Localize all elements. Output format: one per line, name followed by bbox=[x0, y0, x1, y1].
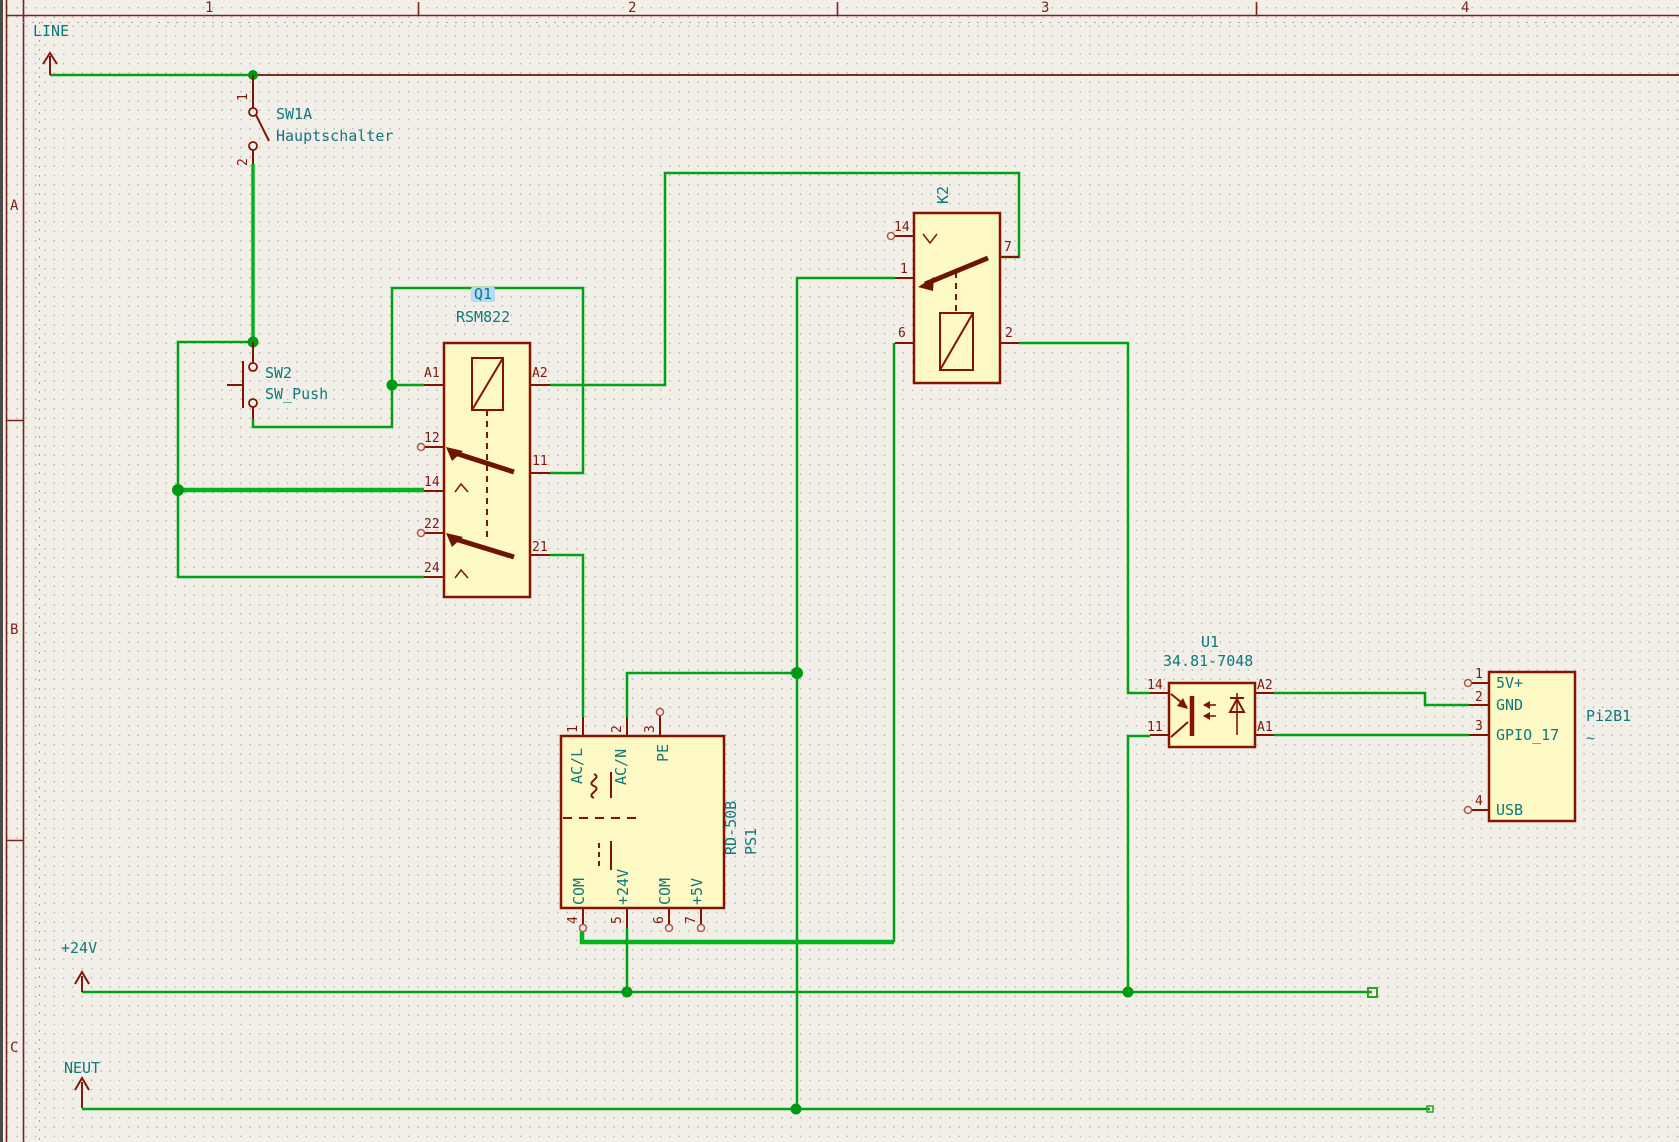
ruler-col-2: 2 bbox=[628, 0, 637, 16]
sw1-value[interactable]: Hauptschalter bbox=[276, 129, 393, 144]
ps1-pin-name-24v: +24V bbox=[614, 868, 632, 905]
q1-pin-12: 12 bbox=[424, 431, 440, 446]
k2-pin-14: 14 bbox=[894, 220, 910, 235]
ps1-pin-3: 3 bbox=[643, 725, 658, 733]
q1-pin-21: 21 bbox=[532, 540, 548, 555]
q1-pin-a1: A1 bbox=[424, 366, 440, 381]
pi-value[interactable]: ~ bbox=[1586, 731, 1595, 746]
ps1-pin-5: 5 bbox=[610, 916, 625, 924]
ruler-row-b: B bbox=[10, 622, 19, 638]
ruler-row-c: C bbox=[10, 1040, 19, 1056]
q1-pin-22: 22 bbox=[424, 517, 440, 532]
pi-ref[interactable]: Pi2B1 bbox=[1586, 709, 1631, 724]
ps1-pin-1: 1 bbox=[566, 725, 581, 733]
pi-pin-4: 4 bbox=[1475, 794, 1483, 809]
u1-pin-a1: A1 bbox=[1257, 720, 1273, 735]
schematic-graphics bbox=[0, 0, 1679, 1142]
q1-value[interactable]: RSM822 bbox=[456, 310, 510, 325]
pi-pin-2: 2 bbox=[1475, 690, 1483, 705]
ps1-pin-4: 4 bbox=[566, 916, 581, 924]
net-label-line[interactable]: LINE bbox=[33, 24, 69, 39]
ps1-pin-name-acn: AC/N bbox=[612, 748, 630, 785]
pi-pin-name-usb: USB bbox=[1496, 801, 1524, 819]
ps1-pin-6: 6 bbox=[652, 916, 667, 924]
ruler-col-1: 1 bbox=[205, 0, 214, 16]
net-label-24v[interactable]: +24V bbox=[61, 941, 97, 956]
wires[interactable] bbox=[50, 73, 1469, 1111]
component-pins[interactable] bbox=[252, 75, 1489, 928]
q1-pin-11: 11 bbox=[532, 454, 548, 469]
ps1-pin-name-com1: COM bbox=[570, 877, 588, 905]
ruler-col-3: 3 bbox=[1041, 0, 1050, 16]
ps1-pin-name-com2: COM bbox=[656, 877, 674, 905]
u1-pin-11: 11 bbox=[1147, 720, 1163, 735]
pi-pin-name-5v: 5V+ bbox=[1496, 674, 1524, 692]
sw1a-symbol bbox=[248, 107, 270, 151]
sw2-value[interactable]: SW_Push bbox=[265, 387, 328, 402]
sw1-ref[interactable]: SW1A bbox=[276, 107, 312, 122]
u1-pin-14: 14 bbox=[1147, 678, 1163, 693]
schematic-canvas[interactable]: 1 2 3 4 A B C LINE +24V NEUT SW1A Haupts… bbox=[0, 0, 1679, 1142]
sw2-ref[interactable]: SW2 bbox=[265, 366, 292, 381]
k2-ref[interactable]: K2 bbox=[934, 186, 952, 204]
q1-pin-a2: A2 bbox=[532, 366, 548, 381]
k2-pin-2: 2 bbox=[1005, 326, 1013, 341]
pi2b1-body bbox=[1487, 670, 1577, 823]
k2-pin-7: 7 bbox=[1004, 240, 1012, 255]
ruler-row-a: A bbox=[10, 198, 19, 214]
ps1-pin-7: 7 bbox=[684, 916, 699, 924]
component-bodies[interactable] bbox=[442, 211, 1577, 910]
pi-pin-name-gpio17: GPIO_17 bbox=[1496, 726, 1560, 744]
net-label-neut[interactable]: NEUT bbox=[64, 1061, 100, 1076]
u1-pin-a2: A2 bbox=[1257, 678, 1273, 693]
ps1-pin-2: 2 bbox=[610, 725, 625, 733]
pi-pin-1: 1 bbox=[1475, 667, 1483, 682]
sw1-pin2-number: 2 bbox=[236, 158, 251, 166]
ps1-pin-name-pe: PE bbox=[654, 743, 672, 762]
sw2-symbol bbox=[227, 361, 258, 408]
q1-pin-14: 14 bbox=[424, 475, 440, 490]
ps1-ref[interactable]: PS1 bbox=[742, 828, 760, 855]
pi-pin-3: 3 bbox=[1475, 719, 1483, 734]
q1-pin-24: 24 bbox=[424, 561, 440, 576]
ruler-col-4: 4 bbox=[1461, 0, 1470, 16]
u1-value[interactable]: 34.81-7048 bbox=[1163, 654, 1253, 669]
sw1-pin1-number: 1 bbox=[236, 93, 251, 101]
ps1-value[interactable]: RD-50B bbox=[722, 801, 740, 855]
grid-axis-lines bbox=[23, 22, 1679, 1142]
u1-body bbox=[1167, 681, 1257, 749]
u1-ref[interactable]: U1 bbox=[1201, 635, 1219, 650]
pi-pin-name-gnd: GND bbox=[1496, 696, 1524, 714]
ps1-pin-name-5v: +5V bbox=[688, 877, 706, 905]
k2-pin-1: 1 bbox=[900, 262, 908, 277]
k2-pin-6: 6 bbox=[898, 326, 906, 341]
ps1-pin-name-acl: AC/L bbox=[568, 747, 586, 784]
q1-ref[interactable]: Q1 bbox=[471, 287, 496, 302]
